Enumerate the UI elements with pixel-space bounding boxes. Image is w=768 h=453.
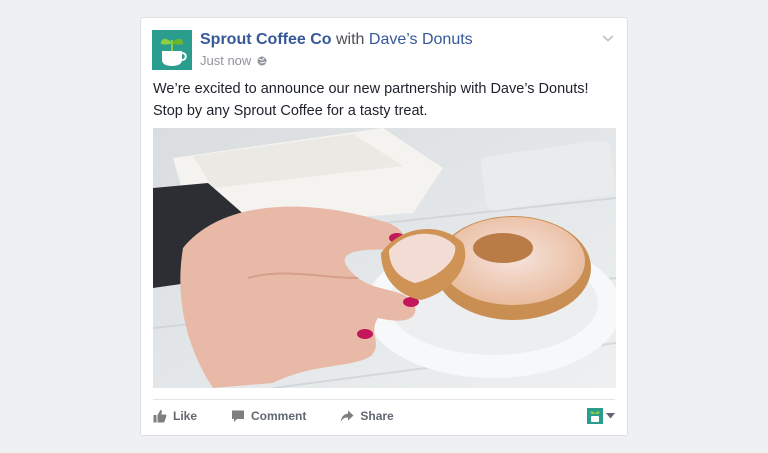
post-message-line-2: Stop by any Sprout Coffee for a tasty tr…: [153, 103, 428, 119]
like-label: Like: [173, 409, 198, 423]
globe-icon[interactable]: [257, 56, 267, 66]
tagged-page-link[interactable]: Dave’s Donuts: [369, 31, 473, 48]
thumbs-up-icon: [153, 410, 167, 423]
post-message-line-1: We’re excited to announce our new partne…: [153, 81, 589, 97]
comment-label: Comment: [251, 409, 307, 423]
post-photo[interactable]: [153, 128, 616, 388]
post-as-selector[interactable]: [587, 408, 615, 424]
chevron-down-icon[interactable]: [601, 33, 615, 43]
comment-icon: [232, 410, 245, 422]
post-header-title: Sprout Coffee Co with Dave’s Donuts: [200, 31, 473, 49]
timestamp[interactable]: Just now: [200, 53, 251, 68]
caret-down-icon: [606, 413, 615, 419]
with-label: with: [336, 31, 365, 48]
post-actions: Like Comment Share: [153, 406, 428, 426]
post-message: We’re excited to announce our new partne…: [153, 78, 619, 122]
post-meta: Just now: [200, 53, 267, 68]
share-label: Share: [360, 409, 394, 423]
page-avatar[interactable]: [152, 30, 192, 70]
sprout-coffee-logo-icon: [152, 30, 192, 70]
post-card: Sprout Coffee Co with Dave’s Donuts Just…: [140, 17, 628, 436]
page-name-link[interactable]: Sprout Coffee Co: [200, 31, 332, 48]
share-button[interactable]: Share: [340, 406, 394, 426]
share-arrow-icon: [341, 410, 354, 422]
actions-divider: [153, 399, 615, 400]
donut-photo-image: [153, 128, 616, 388]
comment-button[interactable]: Comment: [231, 406, 306, 426]
sprout-coffee-mini-avatar-icon: [587, 408, 603, 424]
like-button[interactable]: Like: [153, 406, 197, 426]
